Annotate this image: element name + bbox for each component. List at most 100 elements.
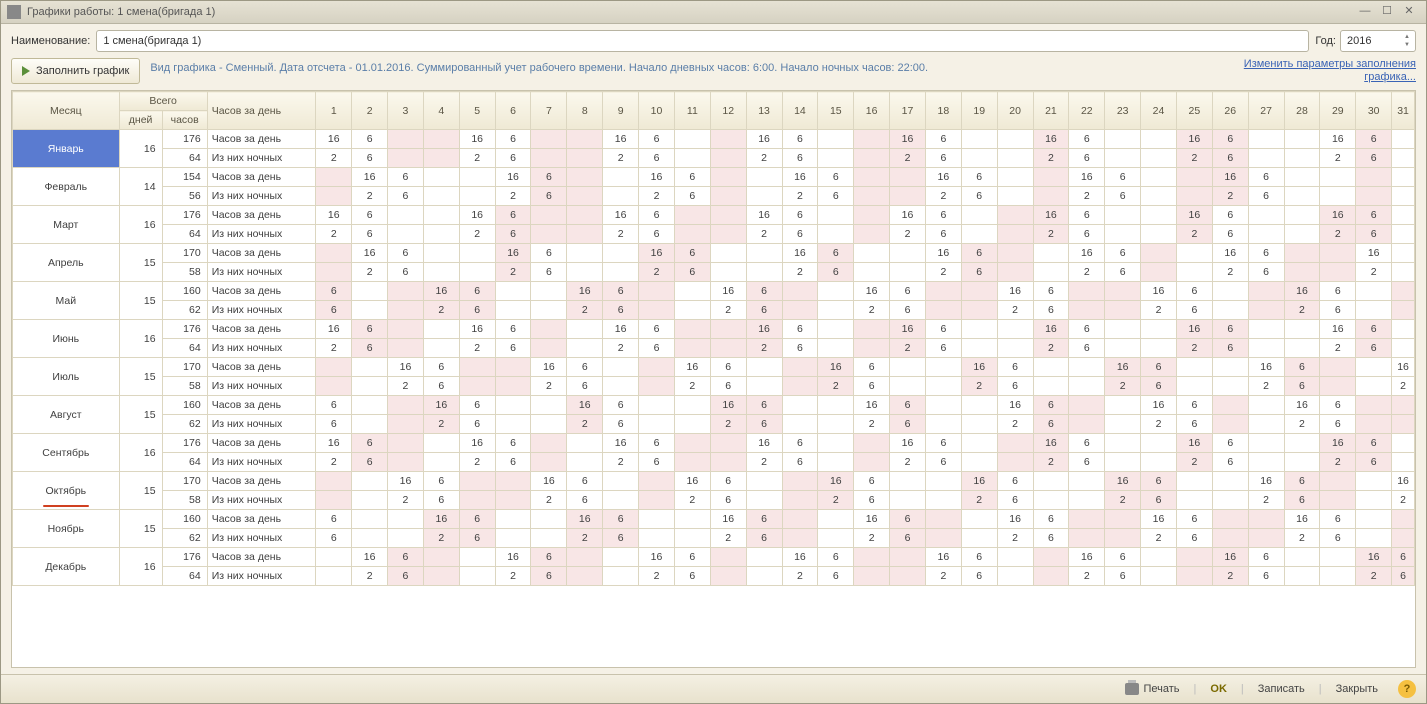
day-cell[interactable]: 16 [459,320,495,339]
day-cell[interactable]: 2 [746,149,782,168]
day-cell[interactable] [388,434,424,453]
day-cell[interactable]: 6 [1105,187,1141,206]
day-cell[interactable]: 6 [710,472,746,491]
day-cell[interactable]: 6 [459,529,495,548]
day-cell[interactable]: 16 [459,434,495,453]
day-cell[interactable]: 6 [1033,396,1069,415]
table-row[interactable]: Май15160Часов за день6166166166166166166… [13,282,1415,301]
day-cell[interactable]: 6 [603,396,639,415]
day-cell[interactable]: 6 [782,206,818,225]
day-cell[interactable] [1176,187,1212,206]
day-cell[interactable] [388,320,424,339]
day-cell[interactable]: 16 [1320,130,1356,149]
day-cell[interactable]: 6 [316,301,352,320]
day-cell[interactable] [459,567,495,586]
day-cell[interactable]: 16 [603,130,639,149]
day-cell[interactable] [961,149,997,168]
day-cell[interactable]: 2 [567,529,603,548]
day-cell[interactable]: 2 [1141,529,1177,548]
day-cell[interactable] [854,244,890,263]
day-cell[interactable]: 6 [1212,149,1248,168]
day-cell[interactable]: 2 [1212,567,1248,586]
day-cell[interactable]: 2 [352,263,388,282]
day-cell[interactable]: 16 [567,396,603,415]
day-cell[interactable] [997,339,1033,358]
day-cell[interactable]: 2 [603,149,639,168]
day-cell[interactable]: 16 [746,206,782,225]
day-cell[interactable] [961,396,997,415]
day-cell[interactable] [961,225,997,244]
day-cell[interactable]: 16 [388,358,424,377]
day-cell[interactable]: 6 [352,206,388,225]
day-cell[interactable]: 16 [710,282,746,301]
day-cell[interactable]: 6 [1284,491,1320,510]
day-cell[interactable] [603,168,639,187]
day-cell[interactable]: 6 [818,263,854,282]
day-cell[interactable] [1141,567,1177,586]
day-cell[interactable]: 2 [316,339,352,358]
day-cell[interactable] [1141,263,1177,282]
day-cell[interactable]: 6 [567,472,603,491]
day-cell[interactable]: 6 [1212,320,1248,339]
day-cell[interactable]: 6 [1356,130,1392,149]
day-cell[interactable]: 16 [1141,282,1177,301]
day-cell[interactable]: 2 [818,377,854,396]
day-cell[interactable]: 16 [1069,168,1105,187]
day-cell[interactable]: 6 [782,339,818,358]
day-cell[interactable]: 6 [961,168,997,187]
day-cell[interactable] [961,130,997,149]
day-cell[interactable] [423,263,459,282]
table-row[interactable]: Июль15170Часов за день166166166166166166… [13,358,1415,377]
day-cell[interactable]: 2 [961,377,997,396]
day-cell[interactable] [1105,453,1141,472]
day-cell[interactable]: 6 [603,510,639,529]
day-cell[interactable] [1212,472,1248,491]
day-cell[interactable]: 6 [890,301,926,320]
day-cell[interactable]: 6 [1176,396,1212,415]
day-cell[interactable] [1212,510,1248,529]
day-cell[interactable]: 16 [603,434,639,453]
day-cell[interactable]: 6 [639,453,675,472]
day-cell[interactable]: 6 [1105,548,1141,567]
day-cell[interactable]: 6 [603,282,639,301]
day-cell[interactable]: 6 [1248,263,1284,282]
day-cell[interactable]: 2 [1069,567,1105,586]
day-cell[interactable] [674,415,710,434]
day-cell[interactable] [316,567,352,586]
day-cell[interactable]: 6 [495,453,531,472]
day-cell[interactable]: 6 [531,548,567,567]
day-cell[interactable] [1105,320,1141,339]
day-cell[interactable] [961,339,997,358]
day-cell[interactable]: 6 [1105,263,1141,282]
day-cell[interactable]: 16 [1284,396,1320,415]
day-cell[interactable]: 16 [782,244,818,263]
day-cell[interactable] [782,415,818,434]
day-cell[interactable] [746,567,782,586]
day-cell[interactable]: 6 [925,206,961,225]
day-cell[interactable]: 6 [1248,187,1284,206]
day-cell[interactable] [495,510,531,529]
day-cell[interactable] [1320,187,1356,206]
table-row[interactable]: Октябрь15170Часов за день166166166166166… [13,472,1415,491]
day-cell[interactable] [1141,320,1177,339]
day-cell[interactable]: 2 [316,149,352,168]
day-cell[interactable]: 2 [1105,491,1141,510]
day-cell[interactable] [710,244,746,263]
day-cell[interactable] [1320,168,1356,187]
day-cell[interactable] [1105,149,1141,168]
day-cell[interactable]: 16 [1320,206,1356,225]
day-cell[interactable] [495,491,531,510]
day-cell[interactable]: 2 [1212,187,1248,206]
day-cell[interactable] [782,491,818,510]
day-cell[interactable]: 6 [316,510,352,529]
day-cell[interactable]: 16 [961,472,997,491]
day-cell[interactable] [603,567,639,586]
table-row[interactable]: Август15160Часов за день6166166166166166… [13,396,1415,415]
table-row[interactable]: 64Из них ночных2626262626262626 [13,225,1415,244]
day-cell[interactable] [423,320,459,339]
day-cell[interactable] [423,339,459,358]
day-cell[interactable]: 6 [1069,320,1105,339]
day-cell[interactable] [1141,453,1177,472]
day-cell[interactable]: 2 [925,187,961,206]
day-cell[interactable]: 6 [639,320,675,339]
